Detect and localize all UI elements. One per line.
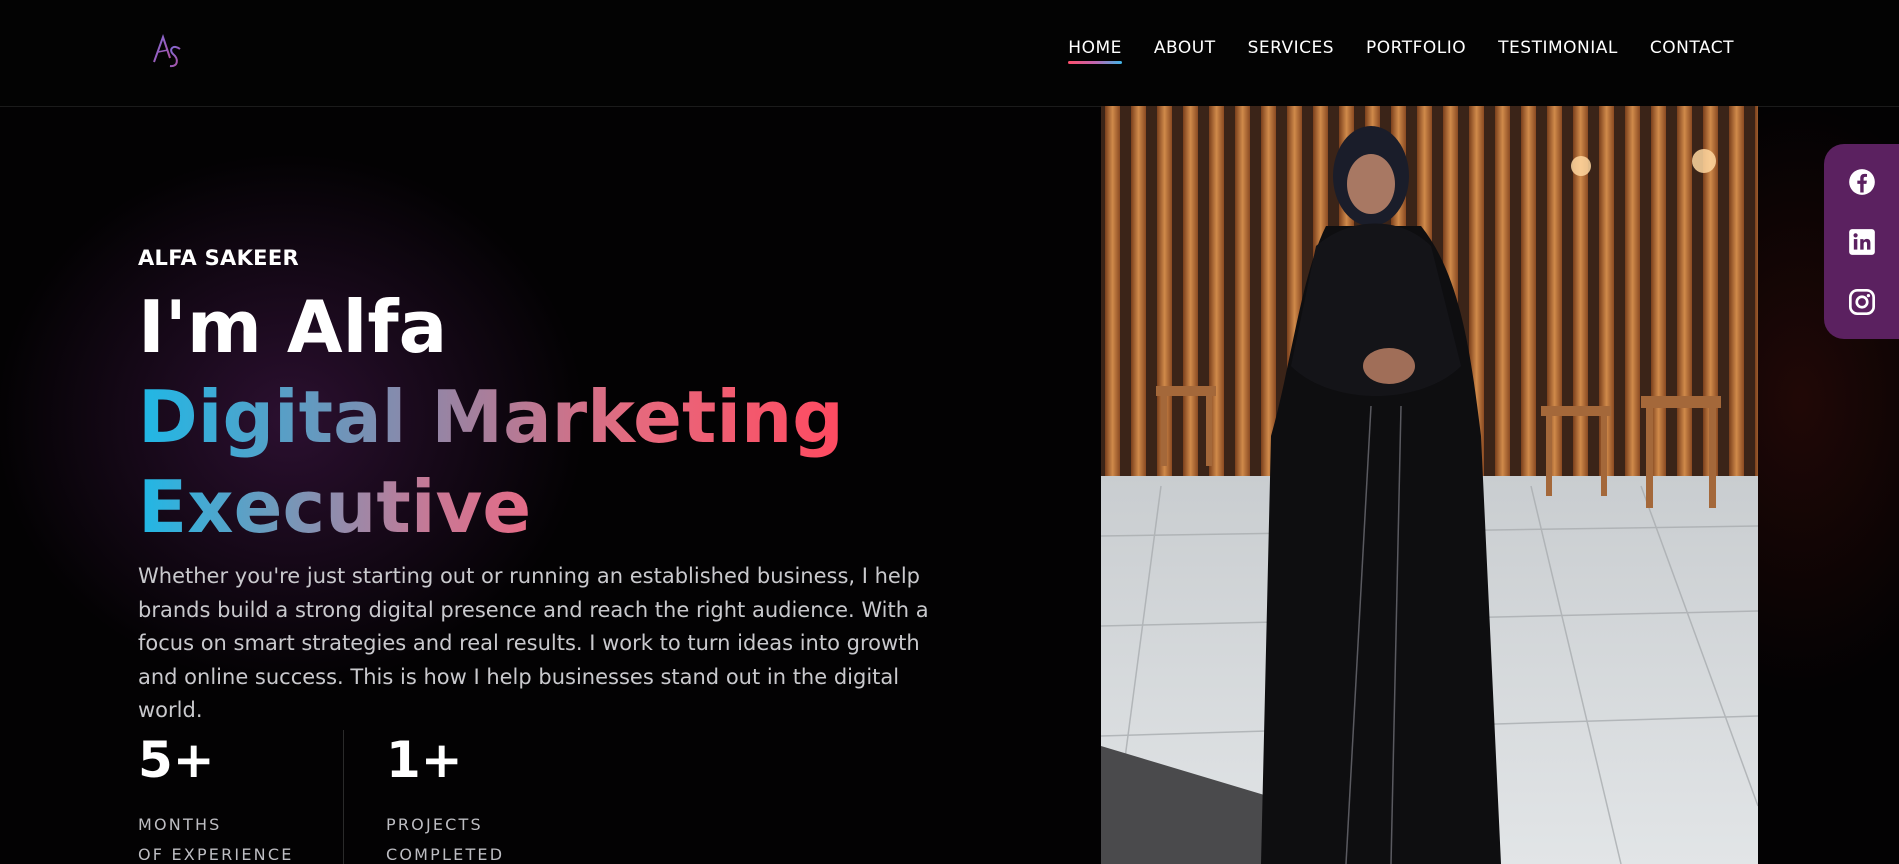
hero-portrait-photo xyxy=(1101,106,1758,864)
nav-services[interactable]: SERVICES xyxy=(1248,38,1334,64)
nav-contact[interactable]: CONTACT xyxy=(1650,38,1734,64)
hero-description: Whether you're just starting out or runn… xyxy=(138,564,929,722)
stat-value: 5+ xyxy=(138,731,215,789)
stat-label: PROJECTS COMPLETED xyxy=(386,815,505,864)
facebook-link[interactable] xyxy=(1848,168,1876,196)
stat-label: MONTHS OF EXPERIENCE xyxy=(138,815,294,864)
instagram-icon xyxy=(1848,288,1876,316)
instagram-link[interactable] xyxy=(1848,288,1876,316)
facebook-icon xyxy=(1849,169,1875,195)
hero-eyebrow-name: ALFA SAKEER xyxy=(138,246,299,270)
linkedin-link[interactable] xyxy=(1848,228,1876,256)
site-header: HOME ABOUT SERVICES PORTFOLIO TESTIMONIA… xyxy=(0,0,1899,107)
logo[interactable] xyxy=(150,32,186,72)
stat-value: 1+ xyxy=(386,731,463,789)
linkedin-icon xyxy=(1849,229,1875,255)
nav-portfolio[interactable]: PORTFOLIO xyxy=(1366,38,1466,64)
stats-row: 5+ MONTHS OF EXPERIENCE 1+ PROJECTS COMP… xyxy=(138,730,591,864)
stat-experience: 5+ MONTHS OF EXPERIENCE xyxy=(138,730,343,864)
nav-testimonial[interactable]: TESTIMONIAL xyxy=(1498,38,1618,64)
social-links-bar xyxy=(1824,144,1899,339)
nav-home[interactable]: HOME xyxy=(1068,38,1122,64)
hero-role-line-1: Digital Marketing xyxy=(138,372,844,462)
hero-title: I'm Alfa xyxy=(138,285,448,369)
stat-projects: 1+ PROJECTS COMPLETED xyxy=(343,730,591,864)
nav-about[interactable]: ABOUT xyxy=(1154,38,1216,64)
main-nav: HOME ABOUT SERVICES PORTFOLIO TESTIMONIA… xyxy=(1068,38,1734,64)
page: HOME ABOUT SERVICES PORTFOLIO TESTIMONIA… xyxy=(0,0,1899,864)
logo-mark-icon xyxy=(153,33,181,68)
hero-role-line-2: Executive xyxy=(138,462,531,552)
